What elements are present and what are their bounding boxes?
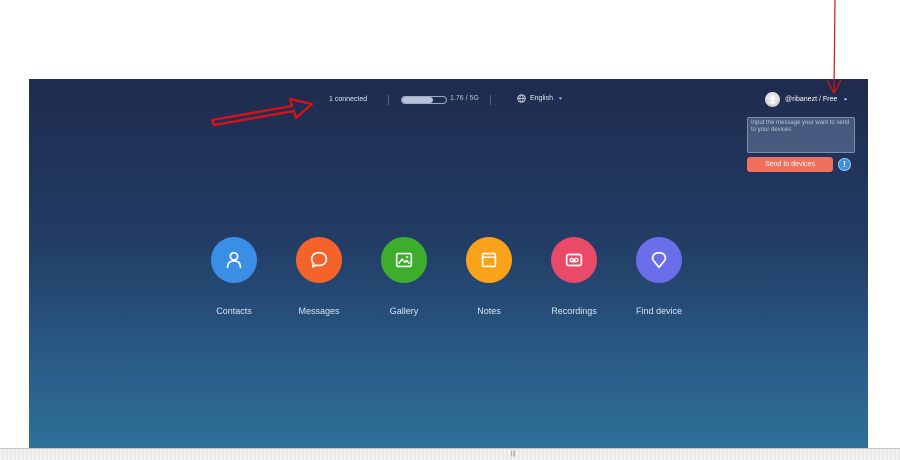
screenshot-canvas: 1 connected 1.76 / 5G English @ribanezt … [0,0,900,460]
recordings-app-button[interactable] [551,237,597,283]
find-device-app-button[interactable] [636,237,682,283]
chevron-down-icon [844,98,848,101]
connection-status[interactable]: 1 connected [329,96,367,103]
language-selector[interactable]: English [517,94,564,103]
app-notes[interactable]: Notes [449,237,529,316]
divider [490,95,491,105]
app-messages[interactable]: Messages [279,237,359,316]
message-input[interactable] [748,118,854,152]
person-icon [226,251,242,269]
app-label: Messages [298,306,340,316]
user-silhouette-icon [769,96,776,104]
chevron-down-icon [558,97,563,100]
gallery-app-button[interactable] [381,237,427,283]
info-icon[interactable]: ! [838,158,851,171]
app-label: Gallery [389,306,419,316]
app-window: 1 connected 1.76 / 5G English @ribanezt … [29,79,868,448]
image-icon [395,252,413,268]
app-label: Find device [635,306,683,316]
message-box [747,117,855,153]
language-label: English [530,95,553,102]
app-label: Contacts [216,306,252,316]
bottom-scroll-strip[interactable]: ||| [0,448,900,460]
cassette-icon [565,253,583,267]
app-label: Recordings [551,306,597,316]
top-bar: 1 connected 1.76 / 5G English @ribanezt … [29,79,868,123]
storage-bar [401,96,447,104]
globe-icon [517,94,526,103]
notes-app-button[interactable] [466,237,512,283]
app-grid: Contacts Messages Gallery Notes Recordin… [29,237,868,327]
messages-app-button[interactable] [296,237,342,283]
divider [388,95,389,105]
storage-bar-fill [402,97,433,103]
app-recordings[interactable]: Recordings [534,237,614,316]
send-to-devices-button[interactable]: Send to devices [747,157,833,172]
account-label: @ribanezt / Free [785,96,838,103]
resize-handle[interactable]: ||| [511,451,516,457]
note-icon [481,252,497,268]
app-contacts[interactable]: Contacts [194,237,274,316]
annotation-arrow-right-icon [210,97,314,127]
app-find-device[interactable]: Find device [619,237,699,316]
avatar [765,92,780,107]
location-pin-icon [651,251,667,269]
app-label: Notes [477,306,501,316]
chat-bubble-icon [310,251,328,268]
storage-label: 1.76 / 5G [450,95,479,102]
contacts-app-button[interactable] [211,237,257,283]
app-gallery[interactable]: Gallery [364,237,444,316]
annotation-arrow-down-icon [826,0,842,95]
